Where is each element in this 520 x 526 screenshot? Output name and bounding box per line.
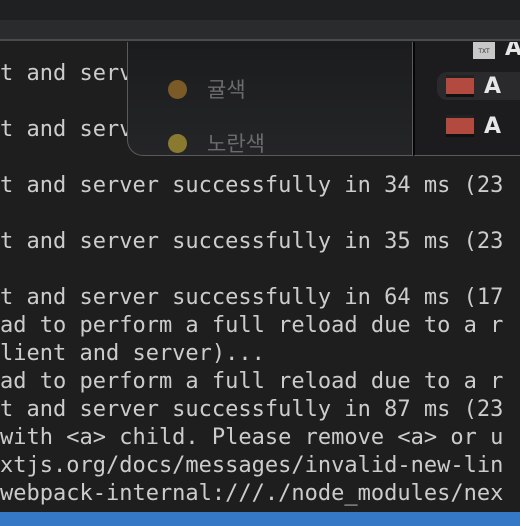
file-item[interactable]: TXT A <box>415 42 520 62</box>
terminal-line: xtjs.org/docs/messages/invalid-new-lin <box>0 453 504 478</box>
tags-popup: 귤색 노란색 <box>127 42 413 156</box>
color-dot-icon <box>168 133 187 153</box>
txt-file-icon: TXT <box>473 42 495 59</box>
terminal-line: lient and server)... <box>0 341 265 366</box>
terminal-line: ad to perform a full reload due to a r <box>0 313 504 338</box>
terminal-line: t and server successfully in 87 ms (23 <box>0 397 504 422</box>
file-item[interactable]: A <box>437 72 520 100</box>
file-item[interactable]: A <box>437 112 520 140</box>
terminal-line: with <a> child. Please remove <a> or u <box>0 425 504 450</box>
terminal-line: ad to perform a full reload due to a r <box>0 369 504 394</box>
tag-label: 귤색 <box>207 78 246 102</box>
title-bar <box>0 0 520 20</box>
file-name: A <box>505 42 520 61</box>
file-list: TXT A A A <box>413 42 520 156</box>
image-file-icon <box>446 115 474 137</box>
tag-orange[interactable]: 귤색 <box>168 74 246 104</box>
file-name: A <box>484 73 502 99</box>
file-name: A <box>484 113 502 139</box>
status-bar <box>0 512 520 526</box>
terminal-line: t and server successfully in 35 ms (23 <box>0 229 504 254</box>
color-dot-icon <box>168 79 187 99</box>
tab-bar <box>0 20 520 41</box>
terminal-line: t and server successfully in 34 ms (23 <box>0 173 504 198</box>
tag-label: 노란색 <box>207 132 265 156</box>
tag-yellow[interactable]: 노란색 <box>168 128 265 156</box>
image-file-icon <box>446 75 474 97</box>
terminal-line: webpack-internal:///./node_modules/nex <box>0 481 504 506</box>
terminal-line: t and server successfully in 64 ms (17 <box>0 285 504 310</box>
